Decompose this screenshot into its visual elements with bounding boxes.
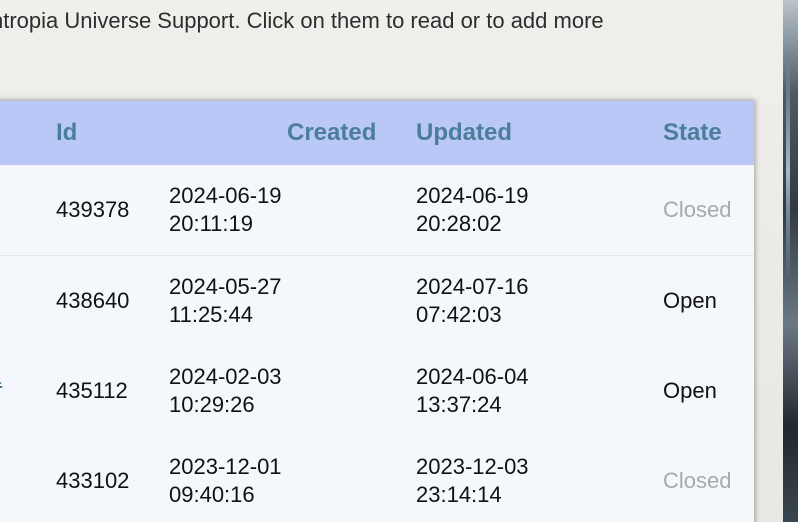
created-time: 09:40:16	[169, 482, 255, 507]
ticket-created: 2023-12-01 09:40:16	[169, 453, 282, 509]
intro-text: ntropia Universe Support. Click on them …	[0, 8, 604, 33]
ticket-created: 2024-06-19 20:11:19	[169, 182, 282, 238]
created-time: 20:11:19	[169, 211, 254, 236]
created-time: 10:29:26	[169, 392, 255, 417]
table-row[interactable]: 438640 2024-05-27 11:25:44 2024-07-16 07…	[0, 256, 754, 347]
ticket-updated: 2024-07-16 07:42:03	[416, 273, 529, 329]
background-sheen	[786, 60, 790, 280]
ticket-updated: 2024-06-19 20:28:02	[416, 182, 529, 238]
header-state[interactable]: State	[663, 119, 722, 147]
updated-time: 23:14:14	[416, 482, 502, 507]
ticket-id: 439378	[56, 197, 130, 222]
table-row[interactable]: 433102 2023-12-01 09:40:16 2023-12-03 23…	[0, 436, 754, 522]
ticket-state: Open	[663, 288, 717, 313]
header-id[interactable]: Id	[56, 119, 77, 147]
ticket-id: 435112	[56, 378, 128, 403]
ticket-state: Closed	[663, 468, 732, 493]
ticket-state: Open	[663, 378, 717, 403]
page-background: ntropia Universe Support. Click on them …	[0, 0, 783, 522]
ticket-subject-link[interactable]: 1	[0, 364, 2, 390]
updated-time: 20:28:02	[416, 211, 502, 236]
updated-time: 07:42:03	[416, 302, 502, 327]
header-created[interactable]: Created	[287, 119, 376, 147]
updated-date: 2024-06-04	[416, 364, 529, 389]
ticket-id: 433102	[56, 468, 130, 493]
created-date: 2023-12-01	[169, 454, 282, 479]
ticket-created: 2024-02-03 10:29:26	[169, 363, 282, 419]
ticket-state: Closed	[663, 197, 732, 222]
ticket-updated: 2023-12-03 23:14:14	[416, 453, 529, 509]
updated-date: 2024-06-19	[416, 183, 529, 208]
updated-date: 2024-07-16	[416, 274, 529, 299]
ticket-updated: 2024-06-04 13:37:24	[416, 363, 529, 419]
ticket-created: 2024-05-27 11:25:44	[169, 273, 282, 329]
background-image-edge	[783, 0, 798, 522]
table-header: Id Created Updated State	[0, 101, 754, 165]
updated-time: 13:37:24	[416, 392, 502, 417]
table-row[interactable]: 1 435112 2024-02-03 10:29:26 2024-06-04 …	[0, 346, 754, 437]
header-updated[interactable]: Updated	[416, 119, 512, 147]
tickets-table: Id Created Updated State 439378 2024-06-…	[0, 101, 754, 522]
ticket-id: 438640	[56, 288, 130, 313]
updated-date: 2023-12-03	[416, 454, 529, 479]
created-date: 2024-06-19	[169, 183, 282, 208]
table-row[interactable]: 439378 2024-06-19 20:11:19 2024-06-19 20…	[0, 165, 754, 256]
created-time: 11:25:44	[169, 302, 254, 327]
created-date: 2024-02-03	[169, 364, 282, 389]
created-date: 2024-05-27	[169, 274, 282, 299]
